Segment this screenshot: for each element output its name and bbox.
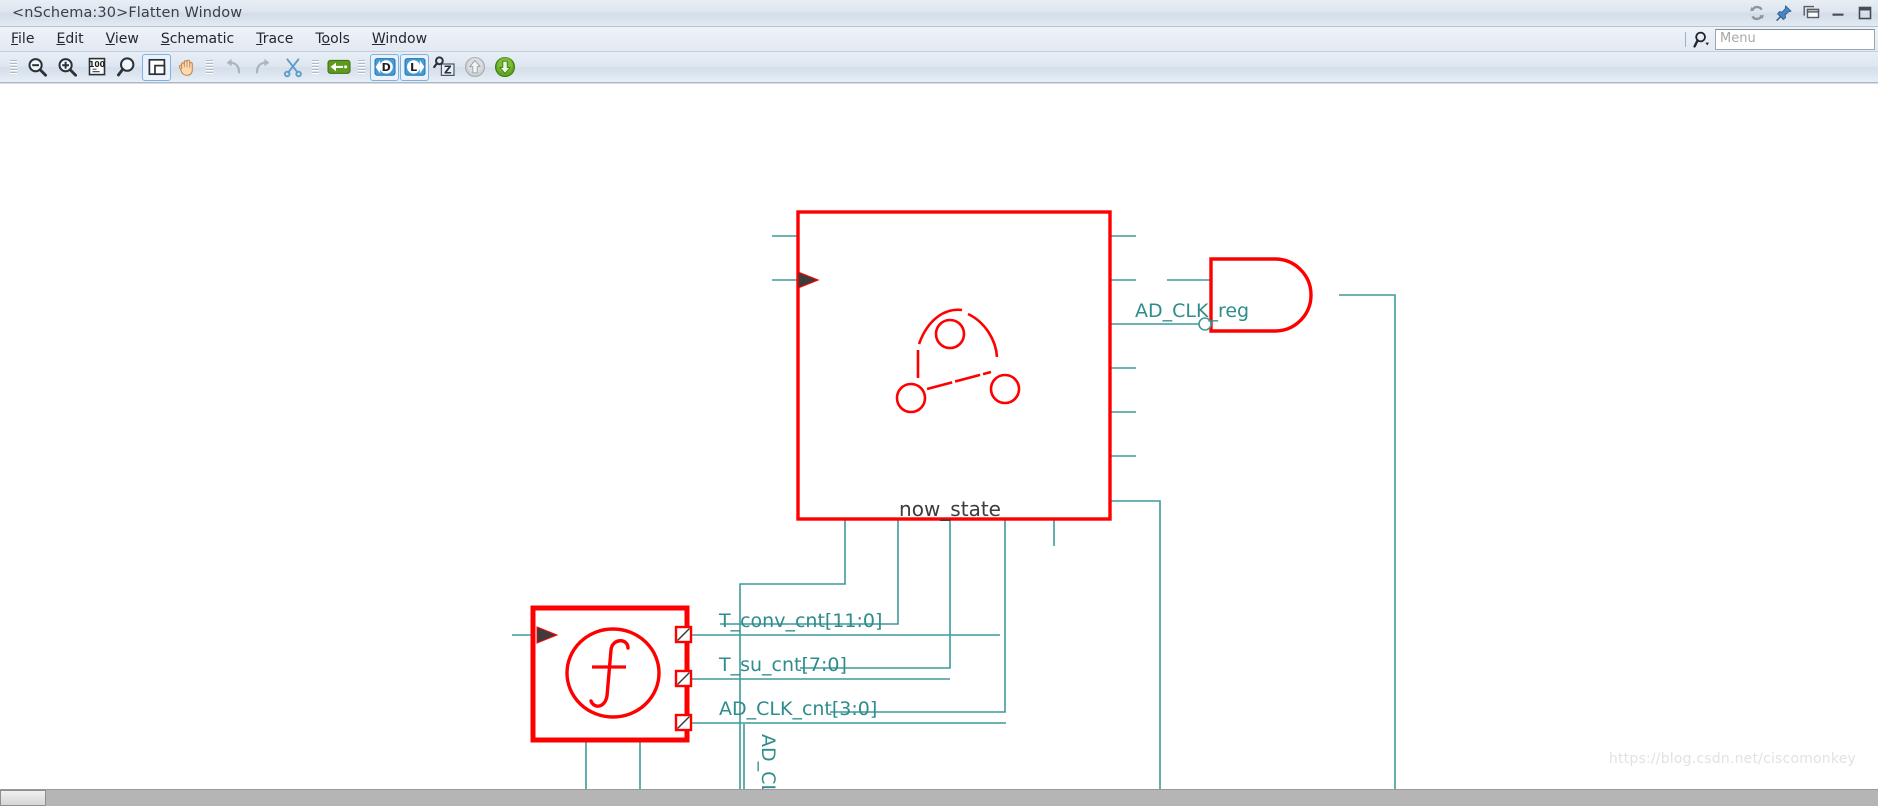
pin-icon[interactable]	[1775, 4, 1793, 22]
trace-z-icon: Z	[432, 56, 457, 78]
menu-file[interactable]: File	[0, 27, 45, 51]
watermark-text: https://blog.csdn.net/ciscomonkey	[1608, 751, 1856, 767]
menu-trace[interactable]: Trace	[245, 27, 304, 51]
block-counter-function[interactable]	[530, 605, 693, 743]
wire-next-state-a	[585, 740, 587, 789]
wire-and-out-feedback	[1339, 294, 1396, 789]
driver-button[interactable]: D	[370, 53, 399, 81]
scrollbar-track[interactable]	[46, 790, 1878, 806]
schematic-drawing: now_state AD_CLK_reg T_conv_cnt[11:0] T_…	[512, 210, 1396, 789]
back-button[interactable]	[324, 54, 353, 81]
block-now-state[interactable]: now_state	[796, 210, 1112, 521]
now-state-outline	[796, 210, 1112, 521]
restore-icon[interactable]	[1802, 4, 1820, 22]
zoom-100-button[interactable]: 100	[82, 54, 111, 81]
scissors-icon	[282, 56, 304, 78]
block-and-gate[interactable]: AD_CLK_reg	[1135, 257, 1313, 333]
undo-arrow-icon	[222, 56, 244, 78]
letter-l-icon: L	[404, 57, 426, 77]
fit-window-icon	[147, 57, 167, 77]
menu-window[interactable]: Window	[361, 27, 438, 51]
window-controls	[1748, 0, 1874, 26]
zoom-in-icon	[56, 56, 78, 78]
recycle-icon[interactable]	[1748, 4, 1766, 22]
menu-view[interactable]: View	[95, 27, 150, 51]
toolbar: 100 D L Z	[0, 52, 1878, 83]
svg-text:L: L	[410, 61, 417, 74]
zoom-fit-button[interactable]	[142, 53, 171, 81]
net-label-ad-clk-edg: AD_CLK_edg	[757, 734, 779, 789]
green-down-arrow-icon	[494, 56, 516, 78]
magnifier-icon	[116, 56, 138, 78]
letter-d-icon: D	[374, 57, 396, 77]
zoom-area-button[interactable]	[112, 54, 141, 81]
zoom-100-icon: 100	[86, 56, 108, 78]
toolbar-grip-4[interactable]	[358, 58, 365, 77]
down-level-button[interactable]	[490, 54, 519, 81]
redo-arrow-icon	[252, 56, 274, 78]
net-label-t-su-cnt: T_su_cnt[7:0]	[718, 654, 847, 676]
load-button[interactable]: L	[400, 53, 429, 81]
schematic-canvas[interactable]: now_state AD_CLK_reg T_conv_cnt[11:0] T_…	[0, 83, 1878, 789]
menu-search-input[interactable]: Menu	[1715, 28, 1875, 50]
menu-schematic[interactable]: Schematic	[150, 27, 245, 51]
svg-text:100: 100	[89, 60, 105, 69]
zoom-out-icon	[26, 56, 48, 78]
zoom-out-button[interactable]	[22, 54, 51, 81]
wire-fsm-bottom-2	[720, 519, 899, 625]
menu-search-area: Menu	[1685, 27, 1878, 51]
undo-button[interactable]	[218, 54, 247, 81]
trace-button[interactable]: Z	[430, 54, 459, 81]
scrollbar-thumb[interactable]	[0, 790, 46, 806]
net-label-t-conv-cnt: T_conv_cnt[11:0]	[718, 610, 882, 632]
toolbar-separator	[1685, 31, 1686, 47]
cut-button[interactable]	[278, 54, 307, 81]
menu-tools[interactable]: Tools	[304, 27, 361, 51]
horizontal-scrollbar[interactable]	[0, 789, 1878, 806]
up-level-button[interactable]	[460, 54, 489, 81]
hand-icon	[176, 56, 198, 78]
pan-button[interactable]	[172, 54, 201, 81]
toolbar-grip-3[interactable]	[312, 58, 319, 77]
zoom-in-button[interactable]	[52, 54, 81, 81]
toolbar-grip-2[interactable]	[206, 58, 213, 77]
wire-fsm-bottom-3	[800, 519, 951, 669]
net-label-ad-clk-cnt: AD_CLK_cnt[3:0]	[719, 698, 877, 720]
net-label-ad-clk-reg: AD_CLK_reg	[1135, 300, 1249, 322]
svg-text:Z: Z	[443, 64, 451, 76]
svg-text:D: D	[381, 61, 390, 74]
gray-up-arrow-icon	[464, 56, 486, 78]
bus-port-group	[674, 625, 693, 732]
close-icon[interactable]	[1856, 4, 1874, 22]
menu-bar: File Edit View Schematic Trace Tools Win…	[0, 27, 1878, 52]
flatten-window: <nSchema:30>Flatten Window File Edit Vie…	[0, 0, 1878, 806]
menu-edit[interactable]: Edit	[45, 27, 94, 51]
green-left-arrow-icon	[327, 57, 351, 77]
toolbar-grip[interactable]	[10, 58, 17, 77]
window-title: <nSchema:30>Flatten Window	[12, 5, 243, 21]
redo-button[interactable]	[248, 54, 277, 81]
search-icon[interactable]	[1693, 30, 1712, 49]
title-bar: <nSchema:30>Flatten Window	[0, 0, 1878, 27]
now-state-label: now_state	[899, 497, 1001, 521]
minimize-icon[interactable]	[1829, 4, 1847, 22]
